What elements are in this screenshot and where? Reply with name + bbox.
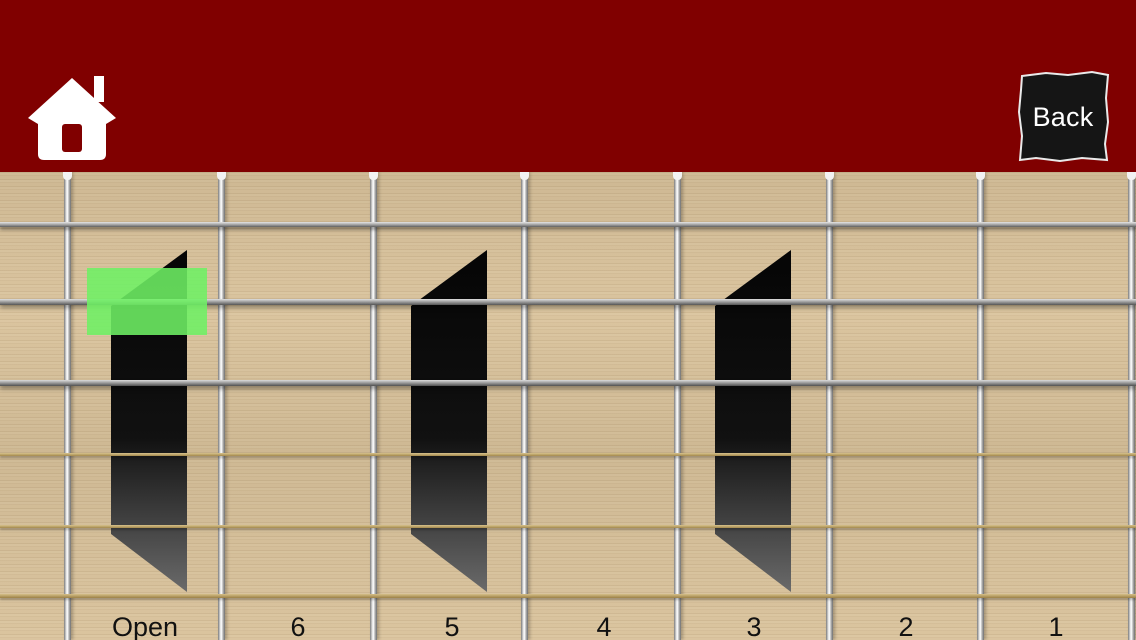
string-1[interactable] bbox=[0, 222, 1136, 227]
fret-wire bbox=[520, 172, 529, 640]
fret-label-open: Open bbox=[111, 612, 179, 640]
home-icon bbox=[28, 76, 116, 160]
fret-wire bbox=[1127, 172, 1136, 640]
fret-label-6: 6 bbox=[290, 612, 306, 640]
fret-label-1: 1 bbox=[1048, 612, 1064, 640]
string-3[interactable] bbox=[0, 380, 1136, 386]
top-bar: Back bbox=[0, 0, 1136, 172]
string-6[interactable] bbox=[0, 594, 1136, 598]
fret-label-5: 5 bbox=[444, 612, 460, 640]
fret-label-2: 2 bbox=[898, 612, 914, 640]
string-4[interactable] bbox=[0, 453, 1136, 456]
string-5[interactable] bbox=[0, 525, 1136, 528]
fret-label-3: 3 bbox=[746, 612, 762, 640]
back-label: Back bbox=[1032, 101, 1094, 132]
fret-label-4: 4 bbox=[596, 612, 612, 640]
home-button[interactable] bbox=[24, 72, 120, 164]
fret-wire bbox=[976, 172, 985, 640]
fret-wire bbox=[673, 172, 682, 640]
fret-wire bbox=[369, 172, 378, 640]
fret-wire bbox=[825, 172, 834, 640]
fret-wire bbox=[217, 172, 226, 640]
fretboard: Open 6 5 4 3 2 1 bbox=[0, 172, 1136, 640]
note-highlight[interactable] bbox=[87, 268, 207, 335]
back-button[interactable]: Back bbox=[1016, 70, 1110, 164]
fret-wire bbox=[63, 172, 72, 640]
